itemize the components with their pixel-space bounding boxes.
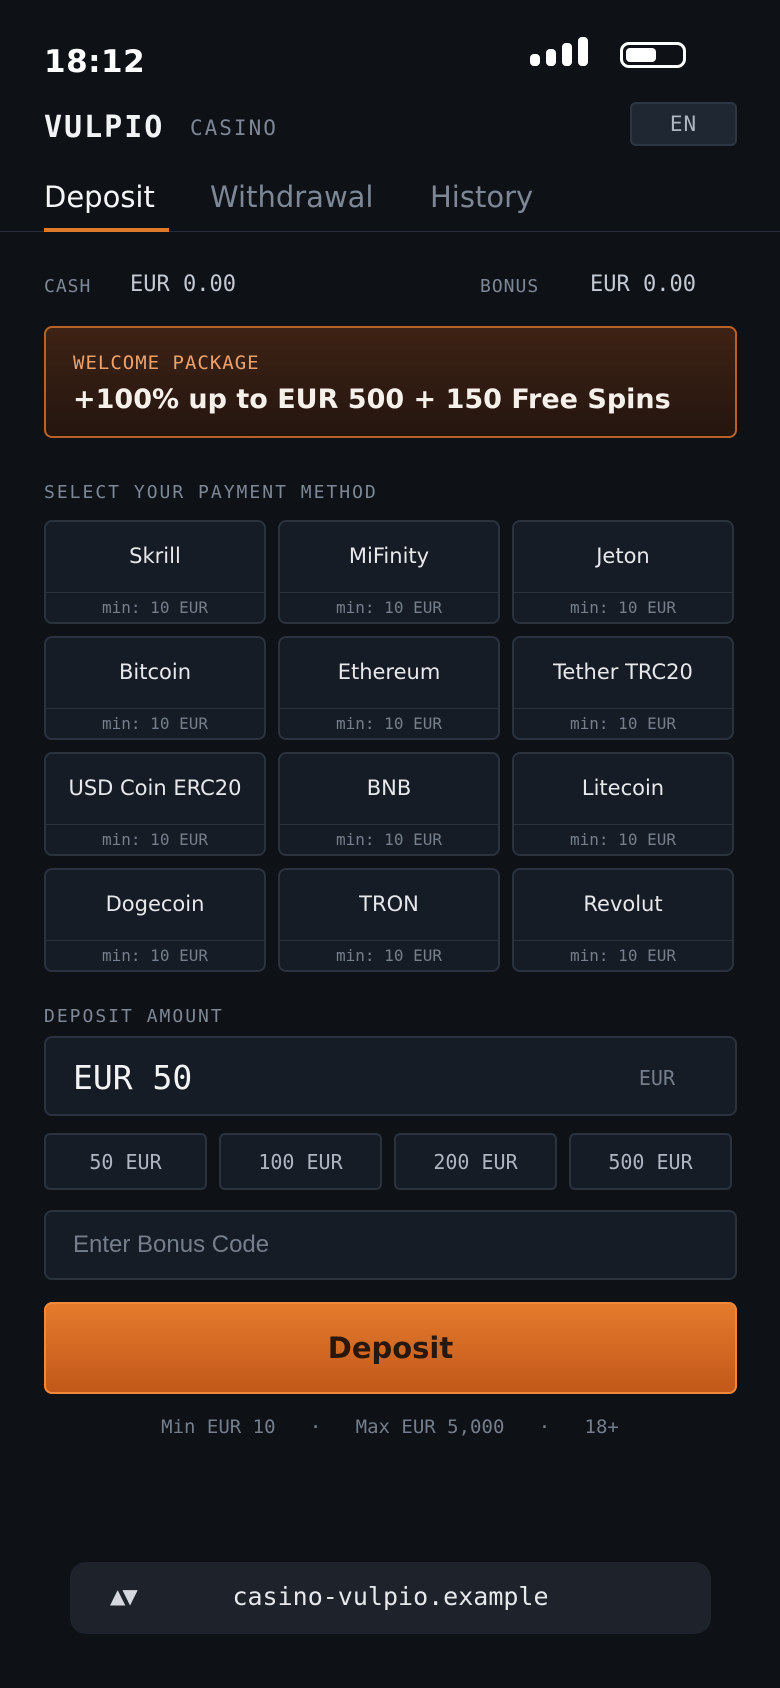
deposit-amount-field[interactable]: EUR 50 EUR: [44, 1036, 737, 1116]
active-tab-indicator: [44, 228, 169, 232]
url-text[interactable]: casino-vulpio.example: [70, 1582, 711, 1611]
tab-deposit[interactable]: Deposit: [44, 180, 155, 214]
deposit-limits: Min EUR 10 · Max EUR 5,000 · 18+: [0, 1416, 780, 1438]
payment-method-min: min: 10 EUR: [280, 824, 498, 854]
promo-kicker: WELCOME PACKAGE: [73, 352, 260, 374]
tab-history[interactable]: History: [430, 180, 533, 214]
payment-method-min: min: 10 EUR: [280, 708, 498, 738]
quick-amount-100-button[interactable]: 100 EUR: [219, 1133, 382, 1190]
payment-method-card[interactable]: Skrill min: 10 EUR: [44, 520, 266, 624]
battery-icon: [620, 42, 686, 68]
tab-withdrawal[interactable]: Withdrawal: [210, 180, 374, 214]
bonus-code-input[interactable]: [44, 1210, 737, 1280]
cash-value: EUR 0.00: [130, 272, 236, 297]
payment-method-min: min: 10 EUR: [46, 940, 264, 970]
max-limit: Max EUR 5,000: [355, 1416, 505, 1438]
welcome-package-banner[interactable]: WELCOME PACKAGE +100% up to EUR 500 + 15…: [44, 326, 737, 438]
payment-method-min: min: 10 EUR: [280, 592, 498, 622]
min-limit: Min EUR 10: [161, 1416, 276, 1438]
deposit-amount-heading: DEPOSIT AMOUNT: [44, 1006, 224, 1027]
payment-method-card[interactable]: Bitcoin min: 10 EUR: [44, 636, 266, 740]
quick-amount-50-button[interactable]: 50 EUR: [44, 1133, 207, 1190]
language-button[interactable]: EN: [630, 102, 737, 146]
payment-method-card[interactable]: USD Coin ERC20 min: 10 EUR: [44, 752, 266, 856]
payment-method-card[interactable]: Ethereum min: 10 EUR: [278, 636, 500, 740]
payment-method-min: min: 10 EUR: [46, 592, 264, 622]
payment-method-name: Litecoin: [581, 776, 665, 800]
quick-amount-500-button[interactable]: 500 EUR: [569, 1133, 732, 1190]
separator: ·: [309, 1416, 322, 1438]
deposit-amount-currency: EUR: [638, 1066, 675, 1090]
payment-method-min: min: 10 EUR: [46, 708, 264, 738]
payment-method-name: MiFinity: [348, 544, 430, 568]
payment-method-name: USD Coin ERC20: [68, 776, 242, 800]
payment-method-card[interactable]: BNB min: 10 EUR: [278, 752, 500, 856]
payment-method-card[interactable]: Jeton min: 10 EUR: [512, 520, 734, 624]
payment-method-card[interactable]: Dogecoin min: 10 EUR: [44, 868, 266, 972]
payment-method-min: min: 10 EUR: [514, 708, 732, 738]
payment-method-name: TRON: [359, 892, 419, 916]
status-bar: 18:12: [0, 0, 780, 100]
payment-method-min: min: 10 EUR: [514, 592, 732, 622]
separator: ·: [538, 1416, 551, 1438]
payment-method-card[interactable]: Revolut min: 10 EUR: [512, 868, 734, 972]
payment-method-name: BNB: [366, 776, 412, 800]
age-restriction: 18+: [584, 1416, 619, 1438]
promo-title: +100% up to EUR 500 + 150 Free Spins: [73, 384, 671, 415]
payment-method-card[interactable]: MiFinity min: 10 EUR: [278, 520, 500, 624]
payment-method-heading: SELECT YOUR PAYMENT METHOD: [44, 482, 378, 503]
payment-method-name: Ethereum: [337, 660, 441, 684]
payment-method-name: Bitcoin: [118, 660, 191, 684]
payment-method-min: min: 10 EUR: [280, 940, 498, 970]
bonus-label: BONUS: [480, 276, 540, 297]
battery-level: [626, 48, 656, 62]
payment-method-card[interactable]: Tether TRC20 min: 10 EUR: [512, 636, 734, 740]
brand-logo: VULPIO: [44, 110, 165, 145]
browser-url-bar[interactable]: ▲▼ casino-vulpio.example: [70, 1562, 711, 1634]
payment-method-card[interactable]: Litecoin min: 10 EUR: [512, 752, 734, 856]
quick-amount-200-button[interactable]: 200 EUR: [394, 1133, 557, 1190]
tab-bar: Deposit Withdrawal History: [0, 176, 780, 232]
status-time: 18:12: [44, 44, 146, 80]
payment-method-name: Tether TRC20: [553, 660, 693, 684]
payment-method-name: Jeton: [596, 544, 650, 568]
payment-method-name: Skrill: [129, 544, 181, 568]
payment-method-min: min: 10 EUR: [514, 824, 732, 854]
deposit-amount-value[interactable]: EUR 50: [73, 1058, 192, 1097]
cash-label: CASH: [44, 276, 92, 297]
payment-method-min: min: 10 EUR: [46, 824, 264, 854]
brand-subtitle: CASINO: [190, 116, 278, 140]
payment-method-name: Revolut: [583, 892, 663, 916]
bonus-value: EUR 0.00: [590, 272, 696, 297]
payment-method-name: Dogecoin: [105, 892, 205, 916]
deposit-button[interactable]: Deposit: [44, 1302, 737, 1394]
payment-method-card[interactable]: TRON min: 10 EUR: [278, 868, 500, 972]
payment-method-min: min: 10 EUR: [514, 940, 732, 970]
signal-icon: [530, 36, 590, 66]
